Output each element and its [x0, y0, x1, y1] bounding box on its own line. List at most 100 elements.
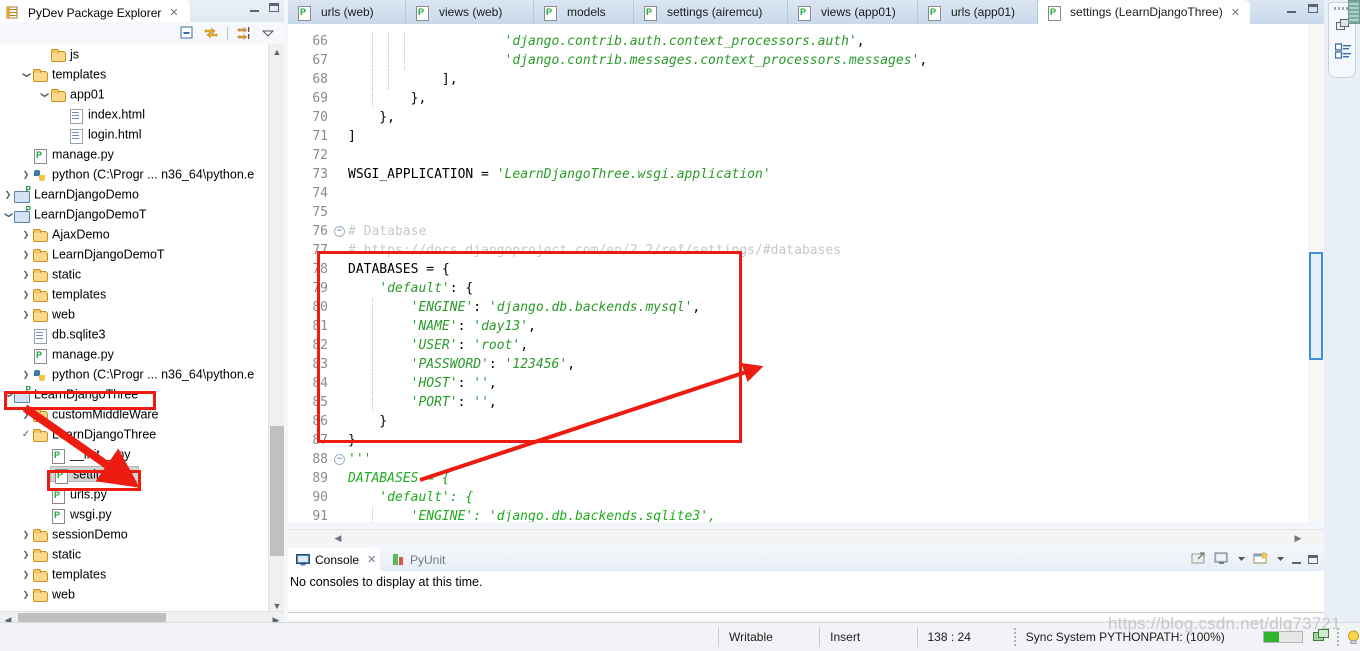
- code-line[interactable]: 83 'PASSWORD': '123456',: [288, 355, 1308, 374]
- tree-item-content[interactable]: templates: [32, 287, 106, 302]
- maximize-icon[interactable]: [269, 3, 279, 12]
- code-line[interactable]: 74: [288, 184, 1308, 203]
- tree-item-sessiondemo[interactable]: sessionDemo: [0, 524, 284, 544]
- tree-item-wsgi-py[interactable]: wsgi.py: [0, 504, 284, 524]
- editor-scroll-right-icon[interactable]: ▶: [1290, 530, 1306, 546]
- editor-maximize-icon[interactable]: [1308, 4, 1318, 13]
- tree-item-content[interactable]: db.sqlite3: [32, 327, 106, 344]
- tree-item-content[interactable]: manage.py: [32, 347, 114, 364]
- code-line[interactable]: 72: [288, 146, 1308, 165]
- tree-item-content[interactable]: app01: [50, 87, 105, 102]
- tip-of-the-day-icon[interactable]: [1347, 630, 1360, 645]
- tree-item-db-sqlite3[interactable]: db.sqlite3: [0, 324, 284, 344]
- chevron-right-icon[interactable]: [20, 164, 32, 185]
- code-line[interactable]: 91 'ENGINE': 'django.db.backends.sqlite3…: [288, 507, 1308, 522]
- code-line[interactable]: 80 'ENGINE': 'django.db.backends.mysql',: [288, 298, 1308, 317]
- editor-tab-close-icon[interactable]: ✕: [1231, 6, 1240, 19]
- editor-minimize-icon[interactable]: [1287, 10, 1296, 13]
- tree-item-content[interactable]: templates: [32, 67, 106, 82]
- tree-item-python-c-progr-n36-64-python-e[interactable]: python (C:\Progr ... n36_64\python.e: [0, 164, 284, 184]
- drag-handle-icon[interactable]: [1334, 7, 1349, 10]
- new-console-dropdown-icon[interactable]: [1276, 551, 1285, 567]
- focus-on-active-task-icon[interactable]: [236, 25, 252, 41]
- project-tree[interactable]: js templates app01 index.html login.html mana…: [0, 44, 284, 615]
- tree-item-settings-py[interactable]: settings.py: [0, 464, 284, 484]
- tree-item-content[interactable]: web: [32, 587, 75, 602]
- chevron-right-icon[interactable]: [20, 244, 32, 265]
- tree-item-content[interactable]: LearnDjangoDemoT: [14, 206, 147, 223]
- chevron-right-icon[interactable]: [20, 364, 32, 385]
- tree-item-static[interactable]: static: [0, 264, 284, 284]
- tree-item-content[interactable]: wsgi.py: [50, 507, 112, 524]
- perspective-switcher-icon[interactable]: [1348, 0, 1360, 24]
- explorer-vertical-scrollbar[interactable]: ▲ ▼: [268, 44, 284, 615]
- code-line[interactable]: 87}: [288, 431, 1308, 450]
- check-icon[interactable]: [20, 424, 32, 445]
- tree-item-content[interactable]: LearnDjangoDemo: [14, 186, 139, 203]
- editor-tab-views-web[interactable]: views (web): [406, 0, 534, 24]
- chevron-right-icon[interactable]: [20, 224, 32, 245]
- chevron-right-icon[interactable]: [20, 264, 32, 285]
- chevron-down-icon[interactable]: [2, 204, 14, 225]
- view-menu-icon[interactable]: [260, 25, 276, 41]
- tree-item-learndjangothree[interactable]: LearnDjangoThree: [0, 424, 284, 444]
- tree-item-content[interactable]: templates: [32, 567, 106, 582]
- code-line[interactable]: 82 'USER': 'root',: [288, 336, 1308, 355]
- editor-tab-settings-airemcu[interactable]: settings (airemcu): [634, 0, 788, 24]
- tree-item-app01[interactable]: app01: [0, 84, 284, 104]
- code-line[interactable]: 69 },: [288, 89, 1308, 108]
- tree-item-content[interactable]: login.html: [68, 127, 142, 144]
- chevron-down-icon[interactable]: [20, 64, 32, 85]
- outline-view-icon[interactable]: [1334, 43, 1352, 59]
- tree-item-learndjangodemo[interactable]: LearnDjangoDemo: [0, 184, 284, 204]
- chevron-right-icon[interactable]: [20, 564, 32, 585]
- code-line[interactable]: 67 'django.contrib.messages.context_proc…: [288, 51, 1308, 70]
- tree-item-web[interactable]: web: [0, 584, 284, 604]
- code-line[interactable]: 68 ],: [288, 70, 1308, 89]
- scroll-up-icon[interactable]: ▲: [269, 44, 285, 61]
- chevron-right-icon[interactable]: [2, 184, 14, 205]
- code-line[interactable]: 66 'django.contrib.auth.context_processo…: [288, 32, 1308, 51]
- tree-item-ajaxdemo[interactable]: AjaxDemo: [0, 224, 284, 244]
- tree-item-urls-py[interactable]: urls.py: [0, 484, 284, 504]
- editor-tab-urls-web[interactable]: urls (web): [288, 0, 406, 24]
- editor-tab-urls-app01[interactable]: urls (app01): [918, 0, 1038, 24]
- chevron-right-icon[interactable]: [20, 584, 32, 605]
- console-maximize-icon[interactable]: [1308, 554, 1318, 564]
- tree-item-content[interactable]: sessionDemo: [32, 527, 128, 542]
- fold-collapse-icon[interactable]: −: [334, 226, 345, 237]
- tree-item-python-c-progr-n36-64-python-e[interactable]: python (C:\Progr ... n36_64\python.e: [0, 364, 284, 384]
- console-close-icon[interactable]: ✕: [367, 553, 376, 566]
- fold-collapse-icon[interactable]: −: [334, 454, 345, 465]
- tree-item-login-html[interactable]: login.html: [0, 124, 284, 144]
- tree-item-init-py[interactable]: __init__.py: [0, 444, 284, 464]
- open-console-icon[interactable]: [1191, 551, 1207, 567]
- code-line[interactable]: 85 'PORT': '',: [288, 393, 1308, 412]
- code-line[interactable]: 90 'default': {: [288, 488, 1308, 507]
- display-dropdown-icon[interactable]: [1237, 551, 1246, 567]
- display-selected-console-icon[interactable]: [1214, 551, 1230, 567]
- code-line[interactable]: 73 WSGI_APPLICATION = 'LearnDjangoThree.w…: [288, 165, 1308, 184]
- code-line[interactable]: 70 },: [288, 108, 1308, 127]
- collapse-all-icon[interactable]: [179, 25, 195, 41]
- code-line[interactable]: 86 }: [288, 412, 1308, 431]
- explorer-scroll-thumb[interactable]: [270, 426, 284, 556]
- code-line[interactable]: 75: [288, 203, 1308, 222]
- tree-item-content[interactable]: manage.py: [32, 147, 114, 164]
- tree-item-content[interactable]: static: [32, 547, 81, 562]
- tree-item-content[interactable]: python (C:\Progr ... n36_64\python.e: [32, 367, 254, 382]
- tree-item-js[interactable]: js: [0, 44, 284, 64]
- minimize-icon[interactable]: [250, 9, 259, 12]
- chevron-down-icon[interactable]: [38, 84, 50, 105]
- code-line[interactable]: 76− # Database: [288, 222, 1308, 241]
- editor-scroll-left-icon[interactable]: ◀: [330, 530, 346, 546]
- editor-vertical-scrollbar[interactable]: [1308, 24, 1324, 522]
- tree-item-learndjangodemot[interactable]: LearnDjangoDemoT: [0, 204, 284, 224]
- code-line[interactable]: 84 'HOST': '',: [288, 374, 1308, 393]
- tree-item-manage-py[interactable]: manage.py: [0, 344, 284, 364]
- chevron-right-icon[interactable]: [20, 304, 32, 325]
- code-line[interactable]: 81 'NAME': 'day13',: [288, 317, 1308, 336]
- code-line[interactable]: 88− ''': [288, 450, 1308, 469]
- tab-pyunit[interactable]: PyUnit: [384, 548, 462, 571]
- editor-tab-settings-learndjangothree[interactable]: settings (LearnDjangoThree) ✕: [1038, 0, 1250, 24]
